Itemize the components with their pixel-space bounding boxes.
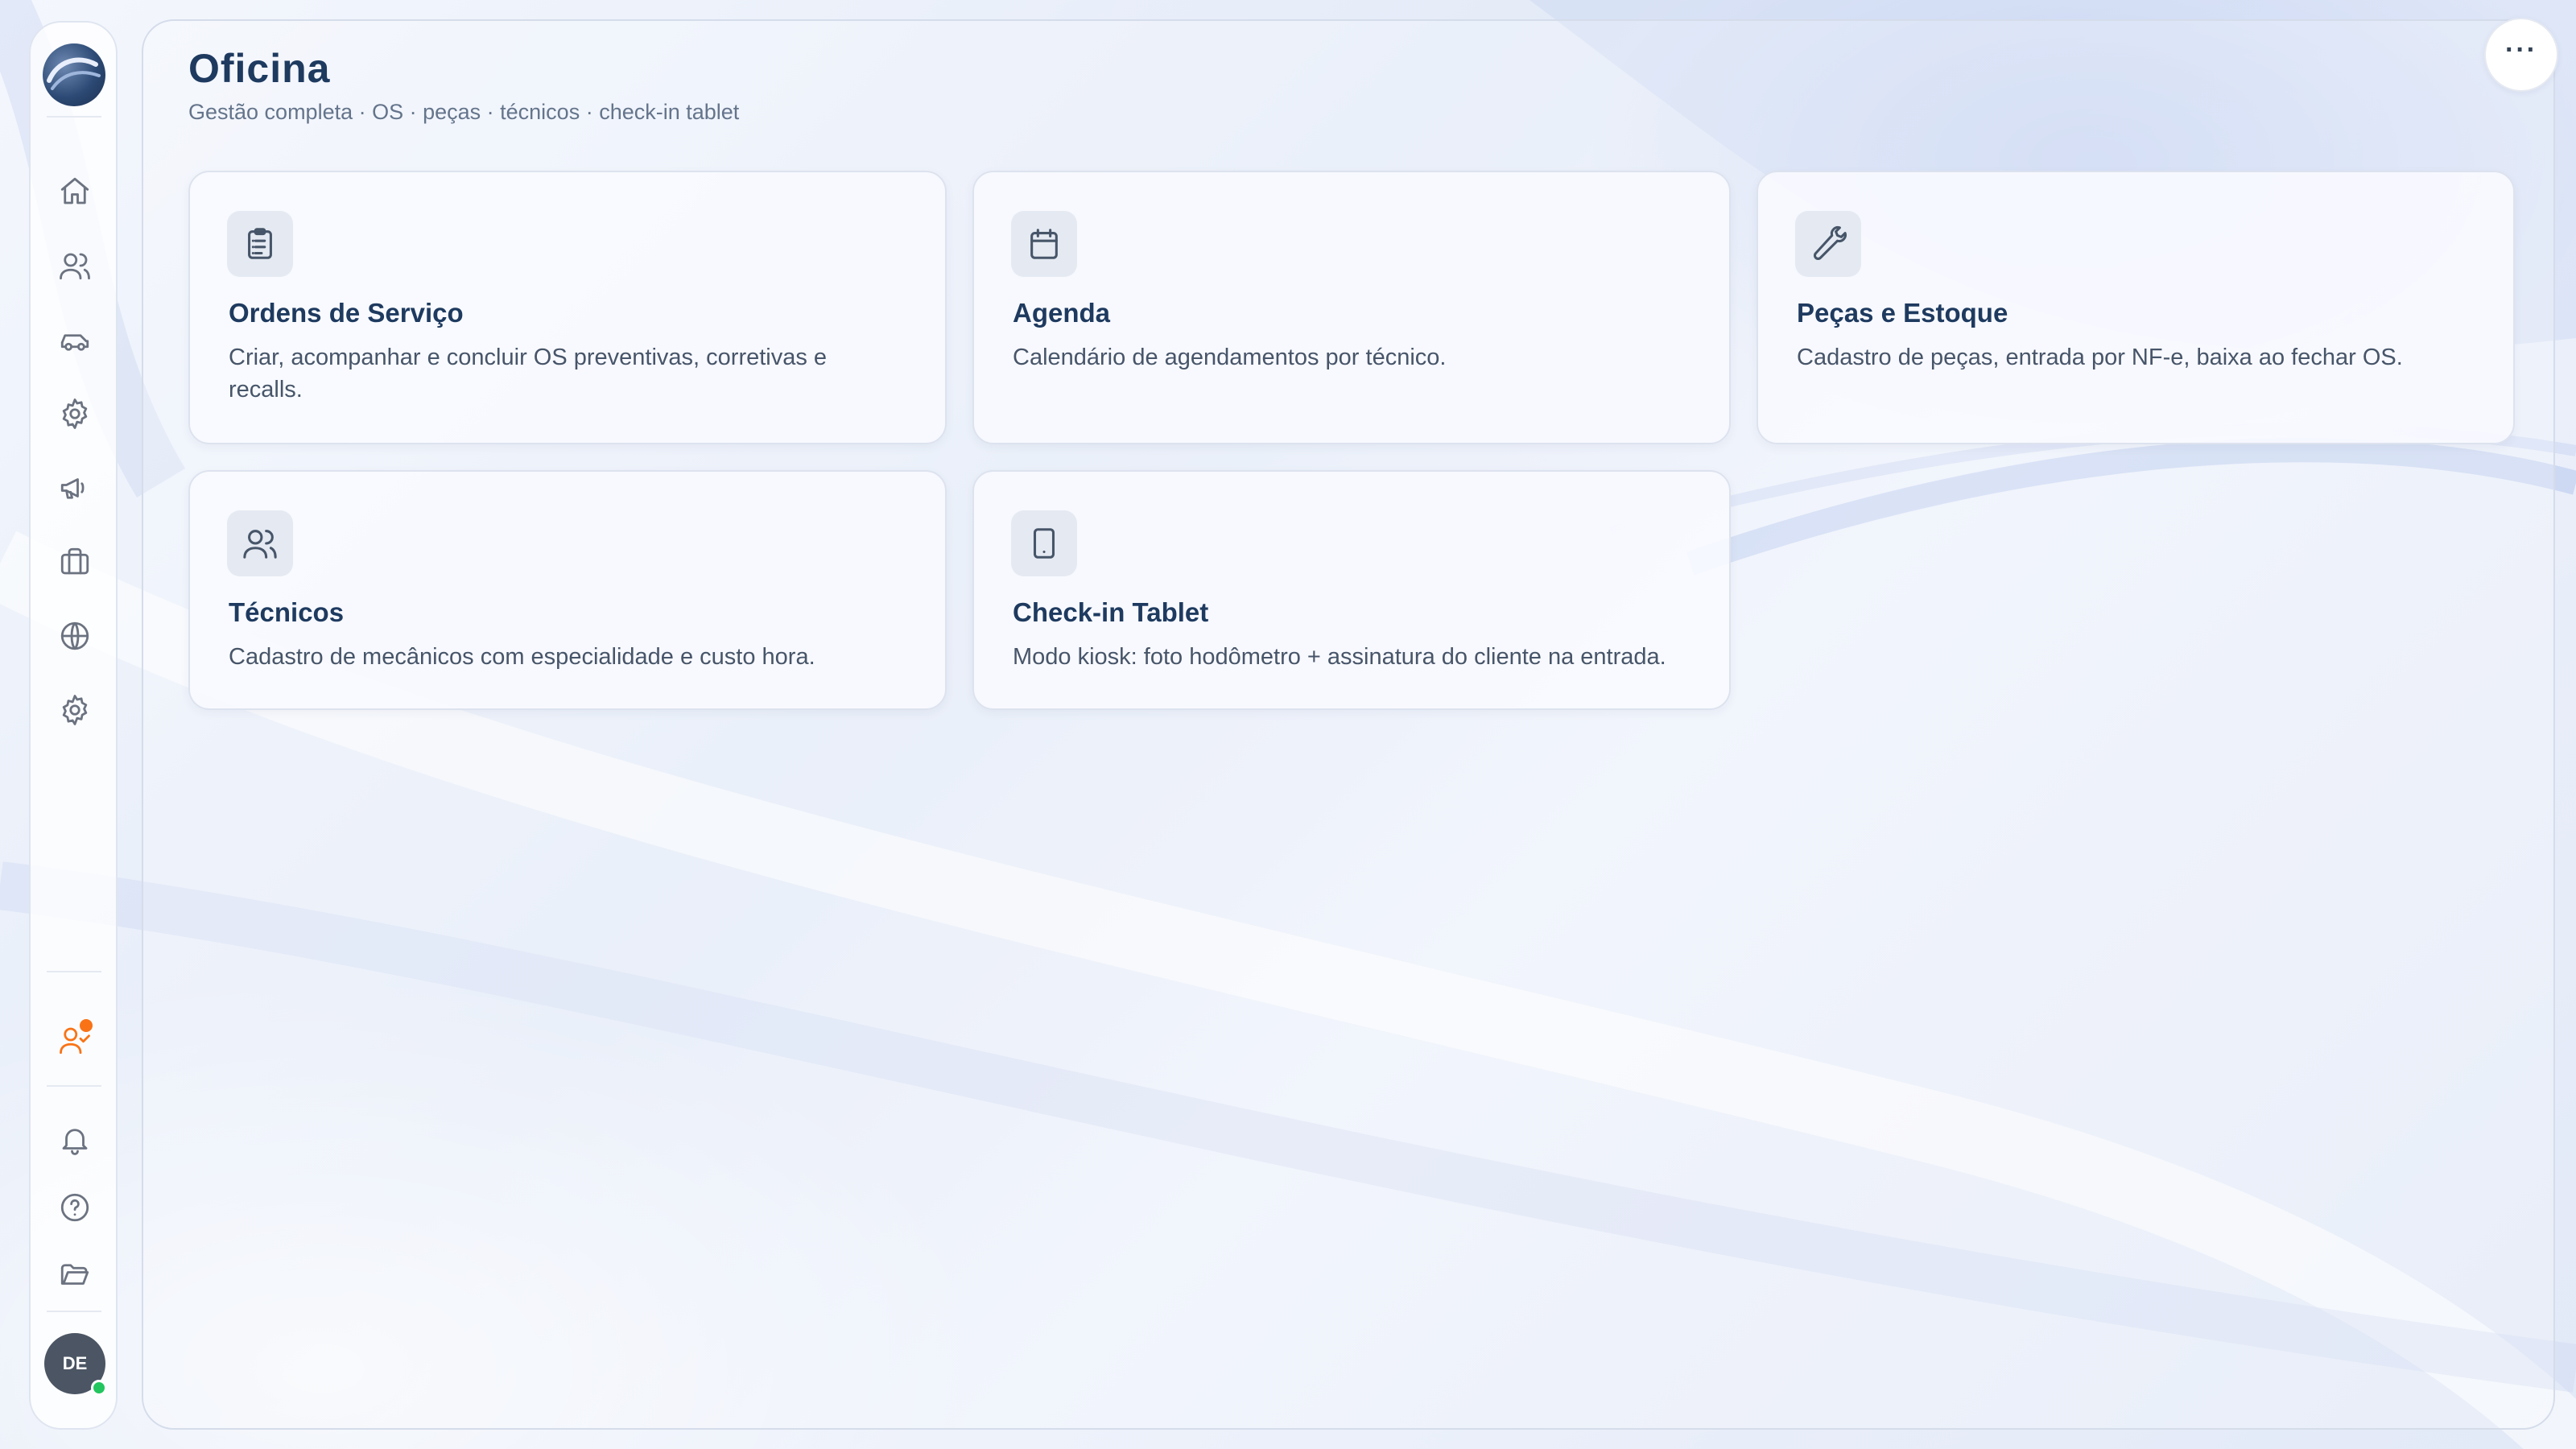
users-icon [227, 510, 293, 576]
app-logo[interactable] [43, 43, 105, 106]
online-status-dot [91, 1380, 107, 1396]
clipboard-list-icon [227, 211, 293, 277]
card-title: Peças e Estoque [1797, 298, 2008, 328]
megaphone-icon [60, 478, 85, 499]
sidebar-item-settings[interactable] [54, 689, 96, 731]
help-circle-icon [60, 1193, 89, 1222]
bell-icon [62, 1129, 88, 1155]
home-icon [60, 177, 89, 204]
sidebar-divider [47, 116, 101, 118]
card-description: Criar, acompanhar e concluir OS preventi… [229, 345, 828, 402]
gear-icon [62, 398, 88, 429]
page-title: Oficina [188, 46, 331, 91]
tablet-icon [1011, 510, 1077, 576]
card-title: Agenda [1013, 298, 1111, 328]
more-options-button[interactable]: ··· [2484, 18, 2558, 92]
avatar[interactable]: DE [44, 1333, 107, 1396]
briefcase-icon [60, 547, 89, 575]
sidebar-item-home[interactable] [54, 171, 96, 213]
main-panel: Oficina Gestão completa · OS · peças · t… [142, 18, 2558, 1430]
car-icon [60, 334, 89, 351]
card-pecas-e-estoque[interactable]: Peças e Estoque Cadastro de peças, entra… [1757, 171, 2515, 444]
card-title: Técnicos [229, 597, 345, 627]
sidebar-item-user-check[interactable] [54, 1019, 96, 1061]
calendar-icon [1011, 211, 1077, 277]
page-subtitle: Gestão completa · OS · peças · técnicos … [188, 100, 740, 124]
wrench-icon [1795, 211, 1861, 277]
card-title: Ordens de Serviço [229, 298, 464, 328]
sidebar: DE [29, 21, 118, 1430]
sidebar-divider [47, 1311, 101, 1312]
sidebar-item-vehicles[interactable] [54, 319, 96, 361]
sidebar-item-web[interactable] [54, 615, 96, 657]
gear-icon [62, 695, 88, 725]
card-check-in-tablet[interactable]: Check-in Tablet Modo kiosk: foto hodômet… [972, 470, 1731, 710]
sidebar-item-service-settings[interactable] [54, 393, 96, 435]
card-description: Cadastro de peças, entrada por NF-e, bai… [1797, 345, 2403, 370]
card-ordens-de-servico[interactable]: Ordens de Serviço Criar, acompanhar e co… [188, 171, 947, 444]
card-title: Check-in Tablet [1013, 597, 1209, 627]
more-icon: ··· [2505, 35, 2537, 65]
sidebar-divider [47, 971, 101, 972]
notification-dot [80, 1019, 93, 1032]
globe-icon [60, 621, 89, 650]
sidebar-item-business[interactable] [54, 541, 96, 583]
users-icon [60, 253, 90, 280]
card-description: Modo kiosk: foto hodômetro + assinatura … [1013, 644, 1666, 670]
sidebar-item-help[interactable] [54, 1187, 96, 1228]
card-tecnicos[interactable]: Técnicos Cadastro de mecânicos com espec… [188, 470, 947, 710]
card-description: Calendário de agendamentos por técnico. [1013, 345, 1447, 370]
avatar-initials: DE [62, 1353, 88, 1373]
sidebar-item-marketing[interactable] [54, 467, 96, 509]
sidebar-item-files[interactable] [54, 1254, 96, 1296]
folder-open-icon [60, 1264, 89, 1285]
sidebar-item-users[interactable] [54, 245, 96, 287]
card-description: Cadastro de mecânicos com especialidade … [229, 644, 815, 670]
sidebar-divider [47, 1085, 101, 1087]
card-agenda[interactable]: Agenda Calendário de agendamentos por té… [972, 171, 1731, 444]
sidebar-item-notifications[interactable] [54, 1119, 96, 1161]
